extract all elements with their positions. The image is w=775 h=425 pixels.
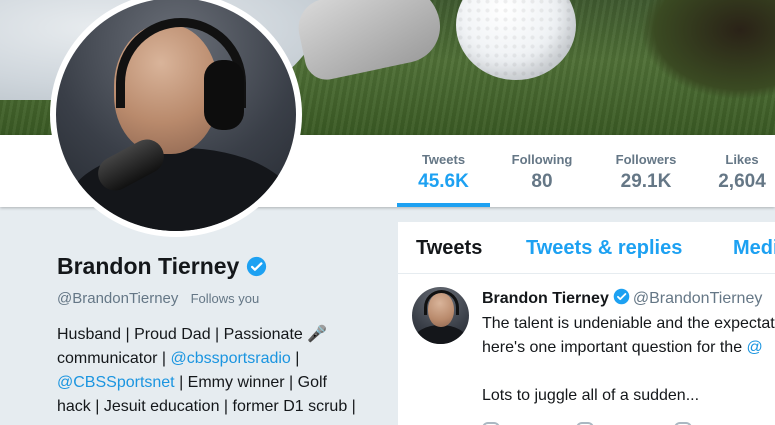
bio-text: | [290,350,300,367]
avatar-shirt [414,325,467,344]
stat-value: 45.6K [418,171,469,192]
avatar-photo [56,0,296,231]
bio-link-cbssportsnet[interactable]: @CBSSportsnet [57,374,175,391]
bio-text: Husband | Proud Dad | Passionate 🎤 [57,326,328,343]
profile-card: Brandon Tierney @BrandonTierney Follows … [57,253,377,419]
profile-name[interactable]: Brandon Tierney [57,253,239,280]
timeline: Tweets Tweets & replies Media Brandon Ti… [398,222,775,425]
profile-bio: Husband | Proud Dad | Passionate 🎤 commu… [57,323,375,419]
stat-followers[interactable]: Followers 29.1K [604,135,688,207]
bio-link-cbssportsradio[interactable]: @cbssportsradio [171,350,291,367]
tweet-line: Lots to juggle all of a sudden... [482,387,700,404]
stat-value: 2,604 [718,171,766,192]
stat-likes[interactable]: Likes 2,604 [706,135,775,207]
tweet-line: here's one important question for the [482,339,747,356]
stat-label: Followers [615,152,677,167]
verified-badge-icon [246,256,267,277]
tweet-avatar[interactable] [412,287,469,344]
tweet-mention-link[interactable]: @ [747,339,763,356]
handle-row: @BrandonTierney Follows you [57,290,377,307]
stat-following[interactable]: Following 80 [500,135,584,207]
stat-label: Following [511,152,573,167]
tweet[interactable]: Brandon Tierney @BrandonTierney The talen… [398,275,775,425]
tweet-line: The talent is undeniable and the expecta… [482,315,775,332]
profile-handle[interactable]: @BrandonTierney [57,290,178,307]
tweet-text: The talent is undeniable and the expecta… [482,312,775,408]
tab-tweets-replies[interactable]: Tweets & replies [526,237,682,260]
headphone-cup [204,60,244,130]
headphones-icon [424,290,459,315]
tweet-author-handle[interactable]: @BrandonTierney [633,290,763,307]
follows-you-badge: Follows you [190,291,260,306]
verified-badge-icon [613,288,630,310]
stat-value: 80 [531,171,553,192]
stat-label: Likes [725,152,759,167]
tab-media[interactable]: Media [733,237,775,260]
profile-avatar[interactable] [50,0,302,237]
bio-text: hack | Jesuit education | former D1 scru… [57,398,356,415]
timeline-tabs: Tweets Tweets & replies Media [398,222,775,274]
stat-tweets[interactable]: Tweets 45.6K [397,135,490,207]
tab-tweets[interactable]: Tweets [416,237,482,260]
stat-value: 29.1K [620,171,672,192]
bio-text: | Emmy winner | Golf [174,374,327,391]
avatar-shirt [66,148,296,231]
tweet-author-name[interactable]: Brandon Tierney [482,290,609,307]
bio-text: communicator | [57,350,171,367]
profile-name-row: Brandon Tierney [57,253,377,280]
stat-label: Tweets [421,152,466,167]
tweet-header: Brandon Tierney @BrandonTierney [482,288,762,310]
